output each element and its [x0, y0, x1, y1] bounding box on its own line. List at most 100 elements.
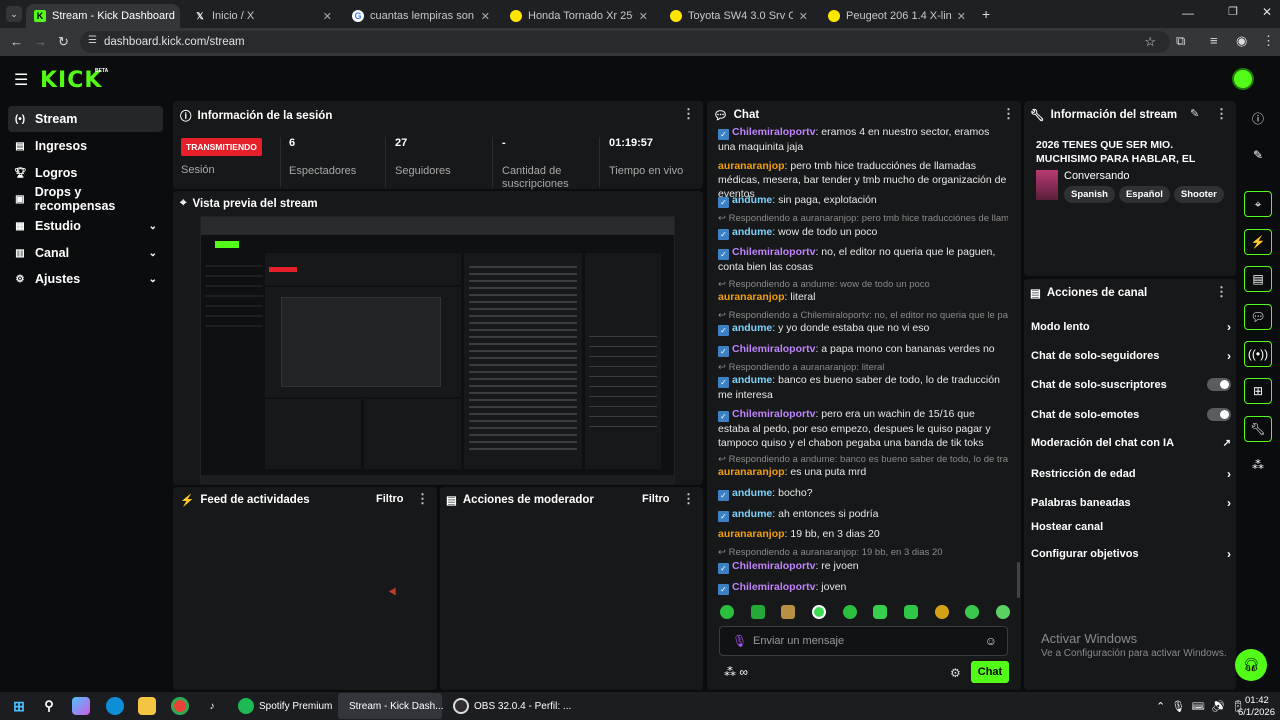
- window-close-button[interactable]: ✕: [1262, 5, 1272, 19]
- emote-icon[interactable]: [842, 605, 857, 619]
- stream-preview-video[interactable]: [200, 216, 675, 484]
- close-icon[interactable]: ✕: [481, 10, 490, 23]
- browser-tab-peugeot[interactable]: Peugeot 206 1.4 X-line | Mercad✕: [820, 4, 974, 28]
- taskbar-app-chrome-kick[interactable]: Stream - Kick Dash...: [338, 693, 443, 719]
- broadcast-rail-icon[interactable]: ((•)): [1244, 341, 1272, 367]
- channel-actions-menu-icon[interactable]: ⋮: [1215, 284, 1228, 300]
- emote-icon[interactable]: [965, 605, 980, 619]
- subscribers-only-toggle[interactable]: [1207, 378, 1231, 391]
- chat-menu-icon[interactable]: ⋮: [1002, 106, 1015, 122]
- emote-icon[interactable]: [750, 605, 765, 619]
- clock-time[interactable]: 01:42: [1245, 695, 1269, 706]
- emote-icon[interactable]: [720, 605, 734, 619]
- new-tab-button[interactable]: +: [982, 6, 990, 22]
- action-host-channel[interactable]: Hostear canal: [1031, 521, 1231, 533]
- chat-points-icon[interactable]: ⁂ ∞: [724, 665, 748, 679]
- tab-search-icon[interactable]: ⌄: [6, 6, 22, 22]
- close-icon[interactable]: ✕: [799, 10, 808, 23]
- user-avatar[interactable]: [1232, 68, 1254, 90]
- mod-menu-icon[interactable]: ⋮: [682, 491, 695, 507]
- tiktok-icon[interactable]: ♪: [203, 697, 221, 715]
- extensions-icon[interactable]: ⧉: [1176, 33, 1185, 49]
- edge-icon[interactable]: [106, 697, 124, 715]
- browser-menu-icon[interactable]: ⋮: [1262, 33, 1275, 49]
- feed-filter-button[interactable]: Filtro: [376, 493, 404, 505]
- chrome-icon[interactable]: [171, 697, 189, 715]
- action-slow-mode[interactable]: Modo lento ›: [1031, 320, 1231, 334]
- microphone-icon[interactable]: 🎙︎: [732, 634, 747, 648]
- chat-scrollbar[interactable]: [1017, 562, 1020, 598]
- close-icon[interactable]: ✕: [323, 10, 332, 23]
- restore-button[interactable]: ❐: [1228, 5, 1238, 18]
- sidebar-item-stream[interactable]: (•) Stream: [8, 106, 163, 132]
- action-subscribers-only[interactable]: Chat de solo-suscriptores: [1031, 378, 1231, 391]
- stream-info-rail-icon[interactable]: ⊞: [1244, 378, 1272, 404]
- system-tray-icons[interactable]: ⌃🎙︎⌨︎🔊︎🔋︎: [1156, 700, 1251, 713]
- stream-info-menu-icon[interactable]: ⋮: [1215, 106, 1228, 122]
- minimize-button[interactable]: —: [1182, 6, 1194, 20]
- back-icon[interactable]: ←: [10, 34, 23, 49]
- more-rail-icon[interactable]: ⁂: [1244, 452, 1272, 478]
- preview-rail-icon[interactable]: ⌖: [1244, 191, 1272, 217]
- sidebar-item-ingresos[interactable]: ▤ Ingresos: [8, 133, 163, 159]
- profile-icon[interactable]: ◉: [1236, 33, 1247, 49]
- browser-tab-google[interactable]: G cuantas lempiras son 100.000✕: [344, 4, 498, 28]
- sidebar-item-ajustes[interactable]: ⚙ Ajustes ⌄: [8, 266, 163, 292]
- emoji-icon[interactable]: ☺: [985, 634, 997, 648]
- tag-chip[interactable]: Español: [1118, 186, 1170, 203]
- clock-date[interactable]: 6/1/2026: [1238, 707, 1275, 718]
- taskbar-app-spotify[interactable]: Spotify Premium: [232, 693, 338, 719]
- action-banned-words[interactable]: Palabras baneadas ›: [1031, 496, 1231, 510]
- emote-icon[interactable]: [811, 605, 826, 619]
- emote-icon[interactable]: [903, 605, 918, 619]
- activity-rail-icon[interactable]: ⚡: [1244, 229, 1272, 255]
- media-controls-icon[interactable]: ≡: [1210, 33, 1218, 48]
- browser-tab-x[interactable]: 𝕏 Inicio / X ✕: [186, 4, 340, 28]
- address-bar[interactable]: ☰ dashboard.kick.com/stream ☆: [80, 31, 1170, 53]
- pencil-rail-icon[interactable]: ✎: [1244, 142, 1272, 168]
- action-age-restriction[interactable]: Restricción de edad ›: [1031, 467, 1231, 481]
- browser-tab-honda[interactable]: Honda Tornado Xr 250 | Mercad✕: [502, 4, 656, 28]
- tag-chip[interactable]: Shooter: [1173, 186, 1224, 203]
- emote-icon[interactable]: [934, 605, 949, 619]
- forward-icon[interactable]: →: [34, 34, 47, 49]
- kick-logo[interactable]: KICK: [40, 68, 102, 93]
- sidebar-item-drops[interactable]: ▣ Drops y recompensas: [8, 185, 163, 213]
- browser-tab-toyota[interactable]: Toyota SW4 3.0 Srv Cuero I 17M✕: [662, 4, 816, 28]
- info-rail-icon[interactable]: ⓘ: [1244, 105, 1272, 131]
- chat-settings-icon[interactable]: ⚙: [950, 666, 961, 680]
- hamburger-menu-icon[interactable]: ☰: [14, 70, 28, 90]
- emote-icon[interactable]: [995, 605, 1010, 619]
- action-ai-moderation[interactable]: Moderación del chat con IA ↗: [1031, 437, 1231, 449]
- sidebar-item-canal[interactable]: ▥ Canal ⌄: [8, 240, 163, 266]
- action-emotes-only[interactable]: Chat de solo-emotes: [1031, 408, 1231, 421]
- mod-filter-button[interactable]: Filtro: [642, 493, 670, 505]
- action-followers-only[interactable]: Chat de solo-seguidores ›: [1031, 349, 1231, 363]
- mod-actions-rail-icon[interactable]: ▤: [1244, 266, 1272, 292]
- chat-rail-icon[interactable]: 💬︎: [1244, 304, 1272, 330]
- action-set-goals[interactable]: Configurar objetivos ›: [1031, 547, 1231, 561]
- copilot-icon[interactable]: [72, 697, 90, 715]
- wrench-rail-icon[interactable]: 🔧︎: [1244, 416, 1272, 442]
- tag-chip[interactable]: Spanish: [1064, 186, 1115, 203]
- taskbar-app-obs[interactable]: OBS 32.0.4 - Perfil: ...: [447, 693, 577, 719]
- close-icon[interactable]: ✕: [639, 10, 648, 23]
- chat-send-button[interactable]: Chat: [971, 661, 1009, 683]
- support-chat-button[interactable]: 🎧︎: [1235, 649, 1267, 681]
- category-name[interactable]: Conversando: [1064, 170, 1129, 182]
- search-icon[interactable]: ⚲: [40, 697, 58, 715]
- windows-start-icon[interactable]: ⊞: [10, 697, 28, 715]
- sidebar-item-estudio[interactable]: ▦ Estudio ⌄: [8, 213, 163, 239]
- emotes-only-toggle[interactable]: [1207, 408, 1231, 421]
- session-menu-icon[interactable]: ⋮: [682, 106, 695, 122]
- feed-menu-icon[interactable]: ⋮: [416, 491, 429, 507]
- edit-pencil-icon[interactable]: ✎: [1190, 107, 1199, 120]
- file-explorer-icon[interactable]: [138, 697, 156, 715]
- emote-icon[interactable]: [781, 605, 796, 619]
- browser-tab-kick-dashboard[interactable]: K Stream - Kick Dashboard✕: [26, 4, 180, 28]
- reload-icon[interactable]: ↻: [58, 34, 69, 50]
- chat-input[interactable]: 🎙︎ Enviar un mensaje ☺: [719, 626, 1008, 656]
- site-info-icon[interactable]: ☰: [88, 35, 97, 46]
- bookmark-star-icon[interactable]: ☆: [1144, 34, 1156, 50]
- close-icon[interactable]: ✕: [957, 10, 966, 23]
